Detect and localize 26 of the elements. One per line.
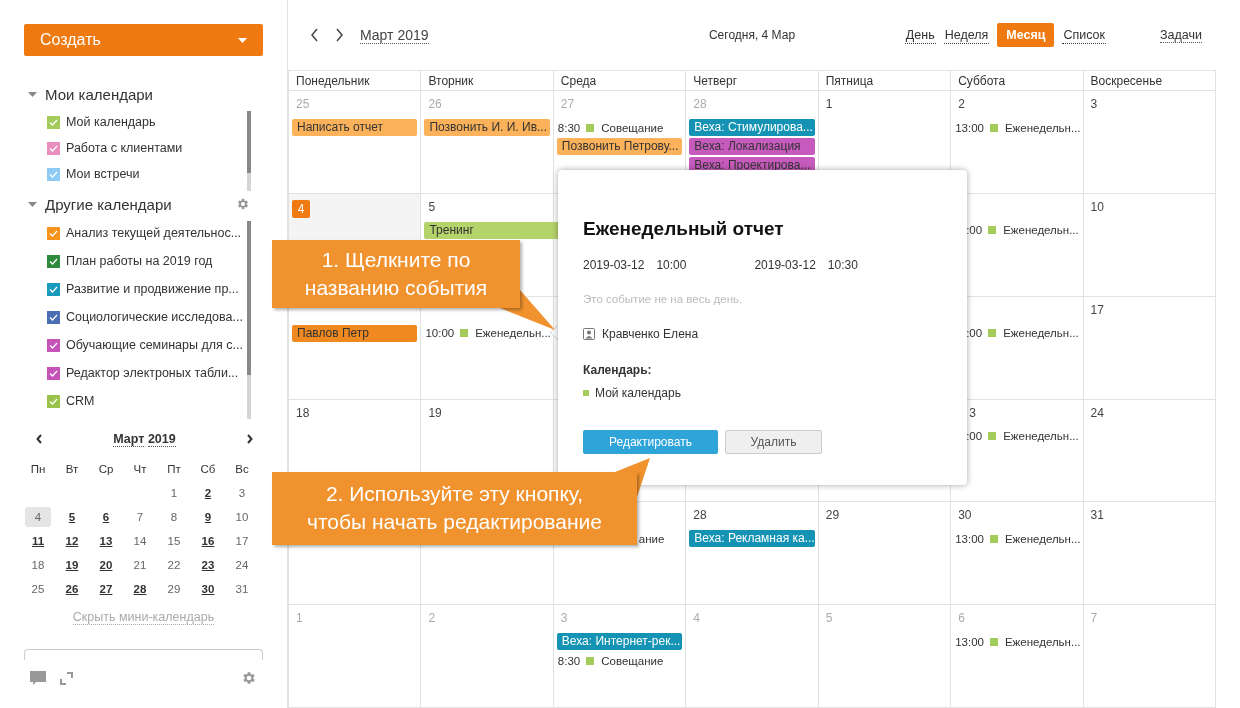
- weekday-label: Сб: [199, 462, 217, 477]
- hint-tooltip: 1. Щелкните по названию события: [272, 240, 520, 308]
- weekday-label: Пт: [166, 462, 182, 477]
- weekday-header: Пятница: [818, 71, 952, 91]
- weekday-header: Вторник: [421, 71, 554, 91]
- organizer-name: Кравченко Елена: [602, 327, 699, 341]
- weekday-label: Ср: [97, 462, 115, 477]
- weekday-header: Четверг: [686, 71, 819, 91]
- event-title: Еженедельный отчет: [583, 218, 785, 240]
- end-date: 2019-03-12: [754, 258, 816, 272]
- weekday-header: Суббота: [951, 71, 1084, 91]
- weekday-label: Вт: [64, 462, 80, 477]
- weekday-label: Пн: [29, 462, 47, 477]
- weekday-header: Среда: [553, 71, 687, 91]
- start-date: 2019-03-12: [583, 258, 645, 272]
- calendar-name: Мой календарь: [595, 386, 681, 400]
- end-time: 10:30: [827, 258, 858, 272]
- weekday-header: Понедельник: [289, 71, 422, 91]
- weekday-label: Чт: [132, 462, 148, 477]
- today-label: Сегодня, 4 Мар: [708, 28, 796, 42]
- hint-tooltip: 2. Используйте эту кнопку, чтобы начать редактирование: [272, 472, 637, 545]
- weekday-header: Воскресенье: [1083, 71, 1216, 91]
- start-time: 10:00: [656, 258, 687, 272]
- all-day-note: Это событие не на весь день.: [583, 293, 744, 305]
- calendar-label: Календарь:: [583, 363, 653, 377]
- weekday-label: Вс: [234, 462, 250, 477]
